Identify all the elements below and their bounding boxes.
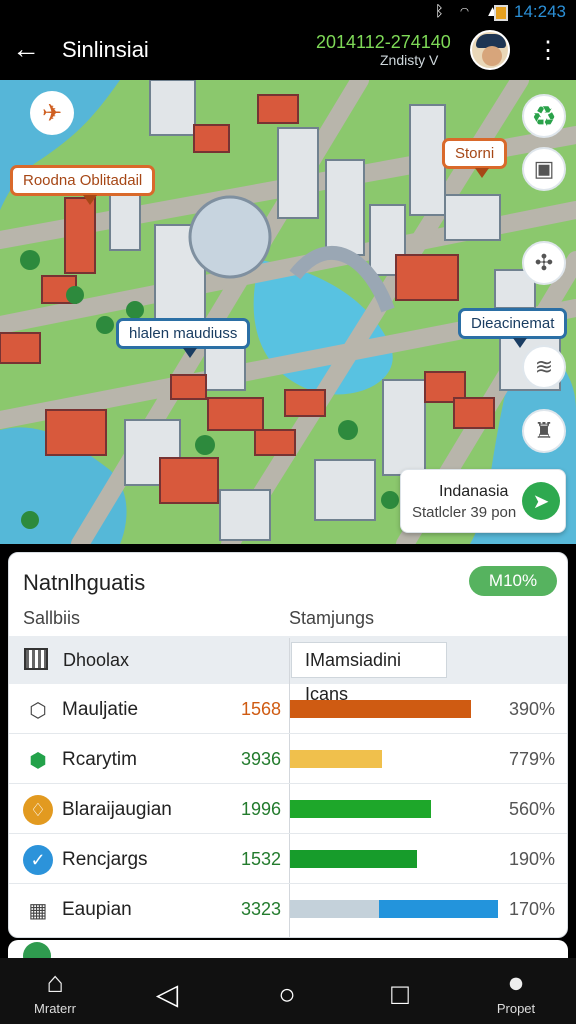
cube-icon: ⬡ (29, 699, 47, 722)
app-title: Sinlinsiai (62, 37, 149, 62)
tower-icon[interactable]: ♜ (522, 409, 566, 453)
row-percent: 560% (508, 799, 555, 819)
row-value: 1532 (241, 849, 282, 869)
progress-bar (290, 900, 498, 918)
map-label[interactable]: Storni (442, 138, 508, 178)
row-percent: 779% (508, 749, 555, 769)
box-check-icon: ⬢ (29, 749, 47, 772)
growth-badge[interactable]: M10% (469, 566, 557, 596)
progress-bar-fill (290, 750, 382, 768)
nav-home-label: Mraterr (34, 1001, 76, 1016)
recent-apps-icon[interactable]: □ (381, 976, 419, 1014)
status-time: 14:243 (514, 2, 566, 21)
progress-bar (290, 850, 498, 868)
check-badge-icon: ✓ (23, 845, 53, 875)
info-card-title: Indanasia (439, 483, 509, 500)
progress-bar-secondary (290, 900, 380, 918)
progress-bar (290, 800, 498, 818)
category-select[interactable]: IMamsiadini Icans (291, 642, 447, 704)
filter-label: Dhoolax (63, 650, 130, 670)
map-label[interactable]: hlalen maudiuss (116, 318, 251, 358)
row-percent: 190% (508, 849, 555, 869)
row-value: 1996 (241, 799, 282, 819)
row-percent: 390% (508, 699, 555, 719)
avatar[interactable] (470, 30, 510, 70)
table-row[interactable]: ♢ Blaraijaugian 1996 560% (9, 784, 567, 834)
split-progress (290, 900, 498, 918)
row-name: Rencjargs (62, 849, 148, 870)
settings-icon[interactable]: ✣ (522, 241, 566, 285)
table-row[interactable]: ⬡ Mauljatie 1568 390% (9, 684, 567, 734)
progress-bar (290, 750, 498, 768)
date-text: 2014112-274140 (316, 32, 451, 52)
table-row[interactable]: ▦ Eaupian 3323 170% (9, 884, 567, 934)
left-column-heading: Sallbiis (23, 608, 81, 628)
top-app-bar: ← Sinlinsiai 2014112-274140 Zndisty V ⋮ (0, 24, 576, 80)
row-percent: 170% (508, 899, 555, 919)
progress-bar-fill (379, 900, 498, 918)
map-label[interactable]: Dieacinemat (458, 308, 568, 348)
navigate-button[interactable]: ➤ (522, 482, 560, 520)
back-nav-icon[interactable]: ◁ (148, 976, 186, 1014)
home-nav-icon[interactable]: ○ (268, 976, 306, 1014)
row-name: Eaupian (62, 899, 132, 920)
box-icon[interactable]: ▣ (522, 147, 566, 191)
battery-icon (494, 5, 508, 21)
panel-title: Natnlhguatis (23, 570, 146, 595)
shield-icon: ♢ (23, 795, 53, 825)
row-name: Mauljatie (62, 699, 139, 720)
recycle-icon[interactable]: ♻ (522, 94, 566, 138)
statistics-panel: Natnlhguatis M10% Sallbiis Stamjungs Dho… (8, 552, 568, 938)
map-label[interactable]: Roodna Oblitadail (10, 165, 156, 205)
location-pin-icon[interactable]: ✈ (30, 91, 74, 135)
row-value: 3936 (241, 749, 282, 769)
location-info-card[interactable]: Indanasia Statlcler 39 pon ➤ (400, 469, 566, 533)
progress-bar-fill (290, 700, 471, 718)
progress-bar (290, 700, 498, 718)
nav-profile-label: Propet (496, 1001, 536, 1016)
city-map[interactable]: ✈ Roodna Oblitadail Storni hlalen maudiu… (0, 80, 576, 544)
layers-icon[interactable]: ≋ (522, 345, 566, 389)
progress-bar-fill (290, 850, 417, 868)
status-bar: ᛒ ◠ ▲ 14:243 (0, 0, 576, 24)
right-column-heading: Stamjungs (289, 608, 375, 628)
nav-profile[interactable]: ● Propet (476, 968, 556, 1020)
bottom-navigation-bar: ⌂ Mraterr ◁ ○ □ ● Propet (0, 958, 576, 1024)
row-name: Rcarytim (62, 749, 137, 770)
more-menu-icon[interactable]: ⋮ (536, 36, 560, 68)
grid-icon (24, 648, 48, 670)
info-card-subtitle: Statlcler 39 pon (412, 504, 517, 521)
home-icon: ⌂ (46, 967, 64, 999)
next-table-row[interactable] (8, 940, 568, 960)
progress-bar-fill (290, 800, 432, 818)
row-value: 3323 (241, 899, 282, 919)
date-subtitle: Zndisty V (380, 52, 439, 68)
table-row[interactable]: ⬢ Rcarytim 3936 779% (9, 734, 567, 784)
row-value: 1568 (241, 699, 282, 719)
row-name: Blaraijaugian (62, 799, 172, 820)
profile-icon: ● (507, 967, 525, 999)
back-button[interactable]: ← (10, 34, 42, 66)
nav-home[interactable]: ⌂ Mraterr (15, 968, 95, 1020)
table-row[interactable]: ✓ Rencjargs 1532 190% (9, 834, 567, 884)
building-icon: ▦ (28, 899, 48, 922)
